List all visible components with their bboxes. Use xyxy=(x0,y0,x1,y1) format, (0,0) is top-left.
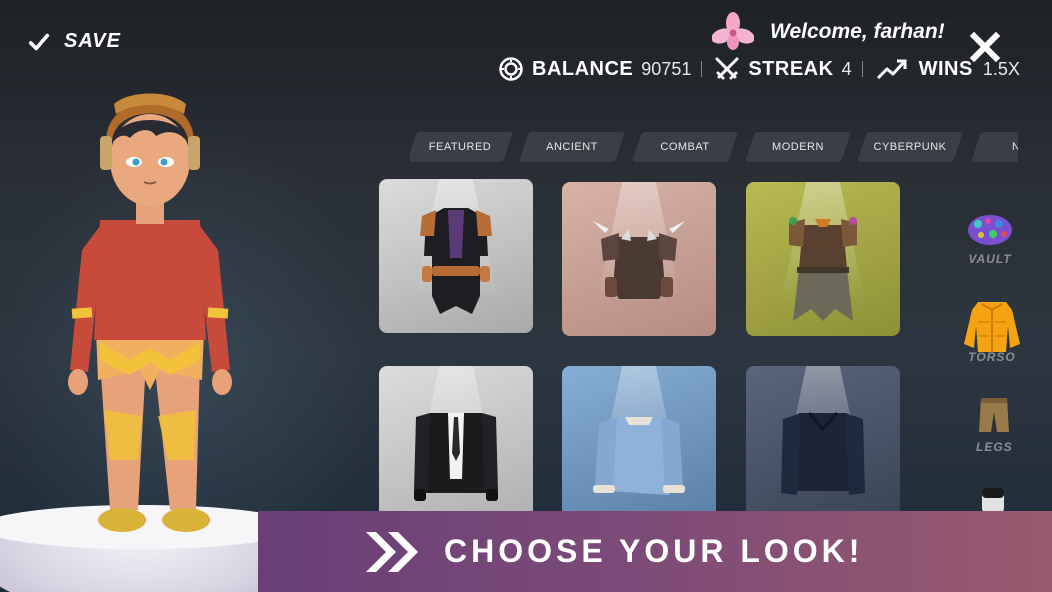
item-card-navy-hoodie[interactable] xyxy=(746,366,900,520)
tab-next-partial[interactable]: N xyxy=(976,132,1018,162)
wins-stat: WINS 1.5X xyxy=(875,56,1020,82)
item-card-blue-sweater[interactable] xyxy=(562,366,716,520)
divider xyxy=(861,61,863,77)
category-tabs: FEATURED ANCIENT COMBAT MODERN CYBERPUNK… xyxy=(410,132,1018,162)
tab-modern[interactable]: MODERN xyxy=(750,132,846,162)
check-icon xyxy=(28,33,50,50)
flower-avatar-icon xyxy=(712,12,754,50)
dark-jerkin-image xyxy=(420,208,492,314)
tab-label: N xyxy=(1012,141,1018,153)
rail-vault[interactable]: VAULT xyxy=(966,212,1014,266)
head-icon xyxy=(982,488,1004,514)
streak-value: 4 xyxy=(841,58,852,79)
torso-jacket-icon xyxy=(964,302,1020,352)
rail-legs[interactable]: LEGS xyxy=(976,396,1013,454)
rail-torso[interactable]: TORSO xyxy=(960,296,1024,364)
wins-label: WINS xyxy=(918,57,973,80)
legs-label: LEGS xyxy=(976,440,1013,454)
tab-label: MODERN xyxy=(772,141,824,153)
black-suit-image xyxy=(414,413,498,501)
navy-hoodie-image xyxy=(781,412,865,495)
wins-value: 1.5X xyxy=(982,58,1020,79)
vault-label: VAULT xyxy=(968,252,1012,266)
item-card-dark-jerkin[interactable] xyxy=(379,179,533,333)
balance-label: BALANCE xyxy=(532,57,634,80)
crossed-swords-icon xyxy=(715,57,739,80)
trending-up-icon xyxy=(876,59,907,80)
tab-label: ANCIENT xyxy=(546,141,598,153)
tribal-armor-image xyxy=(789,217,857,321)
coin-icon xyxy=(499,57,523,81)
balance-stat: BALANCE 90751 xyxy=(498,56,691,82)
streak-label: STREAK xyxy=(748,57,834,80)
horned-armor-image xyxy=(593,221,685,299)
tab-combat[interactable]: COMBAT xyxy=(637,132,733,162)
choose-look-banner[interactable]: CHOOSE YOUR LOOK! xyxy=(258,511,1052,592)
blue-sweater-image xyxy=(593,417,685,495)
tab-ancient[interactable]: ANCIENT xyxy=(524,132,620,162)
tab-cyberpunk[interactable]: CYBERPUNK xyxy=(862,132,958,162)
divider xyxy=(701,61,703,77)
welcome-block: Welcome, farhan! xyxy=(712,12,945,52)
save-button[interactable]: SAVE xyxy=(28,30,121,53)
tab-featured[interactable]: FEATURED xyxy=(412,132,508,162)
avatar-character[interactable] xyxy=(60,80,240,540)
double-chevron-right-icon xyxy=(366,531,418,572)
item-card-tribal-armor[interactable] xyxy=(746,182,900,336)
legs-shorts-icon xyxy=(979,398,1010,432)
welcome-text: Welcome, farhan! xyxy=(770,20,945,43)
torso-label: TORSO xyxy=(968,350,1016,364)
stats-bar: BALANCE 90751 STREAK 4 WINS 1.5X xyxy=(498,56,1020,82)
save-label: SAVE xyxy=(64,30,121,52)
tab-label: FEATURED xyxy=(428,141,492,153)
streak-stat: STREAK 4 xyxy=(714,56,852,82)
banner-text: CHOOSE YOUR LOOK! xyxy=(444,533,864,569)
tab-label: COMBAT xyxy=(660,141,710,153)
tab-label: CYBERPUNK xyxy=(873,141,947,153)
balance-value: 90751 xyxy=(641,58,692,79)
item-card-horned-armor[interactable] xyxy=(562,182,716,336)
rail-more-partial[interactable] xyxy=(978,486,1008,514)
item-card-black-suit[interactable] xyxy=(379,366,533,520)
vault-icon xyxy=(968,215,1012,245)
